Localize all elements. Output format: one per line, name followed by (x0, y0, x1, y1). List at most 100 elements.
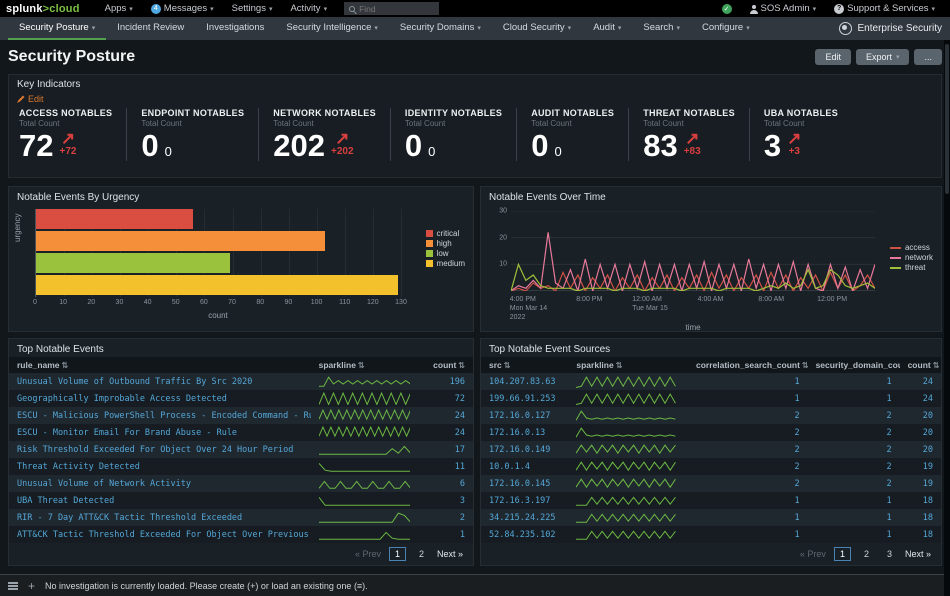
bar-critical[interactable] (36, 209, 193, 229)
cell-security_domain_count[interactable]: 2 (808, 475, 900, 492)
col-correlation-search-count[interactable]: correlation_search_count⇅ (688, 357, 808, 373)
cell-rule_name[interactable]: Risk Threshold Exceeded For Object Over … (9, 441, 311, 458)
bar-medium[interactable] (36, 275, 398, 295)
cell-src[interactable]: 172.16.3.197 (481, 492, 568, 509)
legend-item-network[interactable]: network (890, 253, 933, 262)
col-count[interactable]: count⇅ (900, 357, 941, 373)
pagination-page-1[interactable]: 1 (834, 547, 851, 561)
cell-count[interactable]: 3 (422, 492, 473, 509)
pagination-page-3[interactable]: 3 (882, 548, 897, 560)
cell-security_domain_count[interactable]: 1 (808, 492, 900, 509)
legend-item-critical[interactable]: critical (426, 229, 465, 238)
cell-count[interactable]: 20 (900, 407, 941, 424)
export-button[interactable]: Export ▾ (856, 49, 910, 65)
cell-count[interactable]: 19 (900, 458, 941, 475)
cell-rule_name[interactable]: Unusual Volume of Outbound Traffic By Sr… (9, 373, 311, 390)
nav-item-search[interactable]: Search▾ (632, 17, 691, 40)
cell-src[interactable]: 172.16.0.149 (481, 441, 568, 458)
col-sparkline[interactable]: sparkline⇅ (311, 357, 422, 373)
nav-item-security-domains[interactable]: Security Domains▾ (389, 17, 492, 40)
cell-count[interactable]: 24 (422, 407, 473, 424)
more-button[interactable]: ... (914, 49, 942, 65)
legend-item-high[interactable]: high (426, 239, 465, 248)
col-security-domain-count[interactable]: security_domain_count⇅ (808, 357, 900, 373)
kpi-threat-notables[interactable]: THREAT NOTABLESTotal Count83↗+83 (628, 108, 749, 161)
cell-rule_name[interactable]: ESCU - Malicious PowerShell Process - En… (9, 407, 311, 424)
cell-src[interactable]: 52.84.235.102 (481, 526, 568, 543)
topbar-menu-apps[interactable]: Apps▾ (105, 3, 133, 14)
cell-count[interactable]: 72 (422, 390, 473, 407)
cell-security_domain_count[interactable]: 1 (808, 526, 900, 543)
cell-count[interactable]: 18 (900, 526, 941, 543)
load-investigation-icon[interactable] (8, 582, 18, 590)
edit-button[interactable]: Edit (815, 49, 851, 65)
pagination-page-2[interactable]: 2 (414, 548, 429, 560)
cell-correlation_search_count[interactable]: 2 (688, 458, 808, 475)
cell-correlation_search_count[interactable]: 2 (688, 407, 808, 424)
cell-security_domain_count[interactable]: 2 (808, 458, 900, 475)
cell-correlation_search_count[interactable]: 1 (688, 492, 808, 509)
kpi-audit-notables[interactable]: AUDIT NOTABLESTotal Count00 (516, 108, 628, 161)
scrollbar[interactable] (944, 40, 950, 596)
cell-count[interactable]: 20 (900, 441, 941, 458)
nav-item-investigations[interactable]: Investigations (195, 17, 275, 40)
create-investigation-icon[interactable]: + (28, 580, 35, 592)
kpi-uba-notables[interactable]: UBA NOTABLESTotal Count3↗+3 (749, 108, 852, 161)
cell-rule_name[interactable]: UBA Threat Detected (9, 492, 311, 509)
cell-correlation_search_count[interactable]: 2 (688, 441, 808, 458)
cell-security_domain_count[interactable]: 1 (808, 509, 900, 526)
cell-rule_name[interactable]: RIR - 7 Day ATT&CK Tactic Threshold Exce… (9, 509, 311, 526)
kpi-endpoint-notables[interactable]: ENDPOINT NOTABLESTotal Count00 (126, 108, 258, 161)
cell-rule_name[interactable]: ESCU - Monitor Email For Brand Abuse - R… (9, 424, 311, 441)
cell-correlation_search_count[interactable]: 2 (688, 424, 808, 441)
scrollbar-thumb[interactable] (945, 44, 949, 194)
cell-count[interactable]: 20 (900, 424, 941, 441)
pagination-prev[interactable]: « Prev (355, 549, 381, 559)
kpi-identity-notables[interactable]: IDENTITY NOTABLESTotal Count00 (390, 108, 516, 161)
pagination-next[interactable]: Next » (905, 549, 931, 559)
cell-correlation_search_count[interactable]: 1 (688, 526, 808, 543)
splunk-cloud-logo[interactable]: splunk>cloud (6, 3, 80, 15)
cell-security_domain_count[interactable]: 2 (808, 441, 900, 458)
legend-item-threat[interactable]: threat (890, 263, 933, 272)
cell-rule_name[interactable]: Unusual Volume of Network Activity (9, 475, 311, 492)
support-menu[interactable]: ? Support & Services ▾ (834, 3, 935, 14)
col-sparkline[interactable]: sparkline⇅ (568, 357, 688, 373)
cell-count[interactable]: 2 (422, 509, 473, 526)
topbar-menu-messages[interactable]: 4Messages▾ (151, 3, 214, 14)
kpi-network-notables[interactable]: NETWORK NOTABLESTotal Count202↗+202 (258, 108, 390, 161)
bar-high[interactable] (36, 231, 325, 251)
col-src[interactable]: src⇅ (481, 357, 568, 373)
nav-item-incident-review[interactable]: Incident Review (106, 17, 195, 40)
cell-count[interactable]: 24 (422, 424, 473, 441)
nav-item-audit[interactable]: Audit▾ (582, 17, 632, 40)
cell-count[interactable]: 18 (900, 492, 941, 509)
nav-item-configure[interactable]: Configure▾ (691, 17, 761, 40)
cell-src[interactable]: 172.16.0.13 (481, 424, 568, 441)
pagination-prev[interactable]: « Prev (800, 549, 826, 559)
legend-item-access[interactable]: access (890, 243, 933, 252)
pagination-page-2[interactable]: 2 (859, 548, 874, 560)
pagination-page-1[interactable]: 1 (389, 547, 406, 561)
cell-count[interactable]: 6 (422, 475, 473, 492)
cell-correlation_search_count[interactable]: 1 (688, 373, 808, 390)
cell-count[interactable]: 11 (422, 458, 473, 475)
user-menu[interactable]: SOS Admin ▾ (750, 3, 817, 14)
kpi-access-notables[interactable]: ACCESS NOTABLESTotal Count72↗+72 (17, 108, 126, 161)
key-indicators-edit-link[interactable]: Edit (17, 94, 44, 104)
cell-count[interactable]: 196 (422, 373, 473, 390)
cell-correlation_search_count[interactable]: 2 (688, 475, 808, 492)
cell-count[interactable]: 17 (422, 441, 473, 458)
cell-rule_name[interactable]: Threat Activity Detected (9, 458, 311, 475)
nav-item-security-posture[interactable]: Security Posture▾ (8, 17, 106, 40)
cell-security_domain_count[interactable]: 1 (808, 373, 900, 390)
cell-count[interactable]: 24 (900, 373, 941, 390)
cell-count[interactable]: 18 (900, 509, 941, 526)
cell-security_domain_count[interactable]: 2 (808, 407, 900, 424)
nav-item-cloud-security[interactable]: Cloud Security▾ (492, 17, 582, 40)
cell-src[interactable]: 172.16.0.127 (481, 407, 568, 424)
legend-item-low[interactable]: low (426, 249, 465, 258)
cell-rule_name[interactable]: ATT&CK Tactic Threshold Exceeded For Obj… (9, 526, 311, 543)
topbar-menu-activity[interactable]: Activity▾ (290, 3, 327, 14)
cell-rule_name[interactable]: Geographically Improbable Access Detecte… (9, 390, 311, 407)
